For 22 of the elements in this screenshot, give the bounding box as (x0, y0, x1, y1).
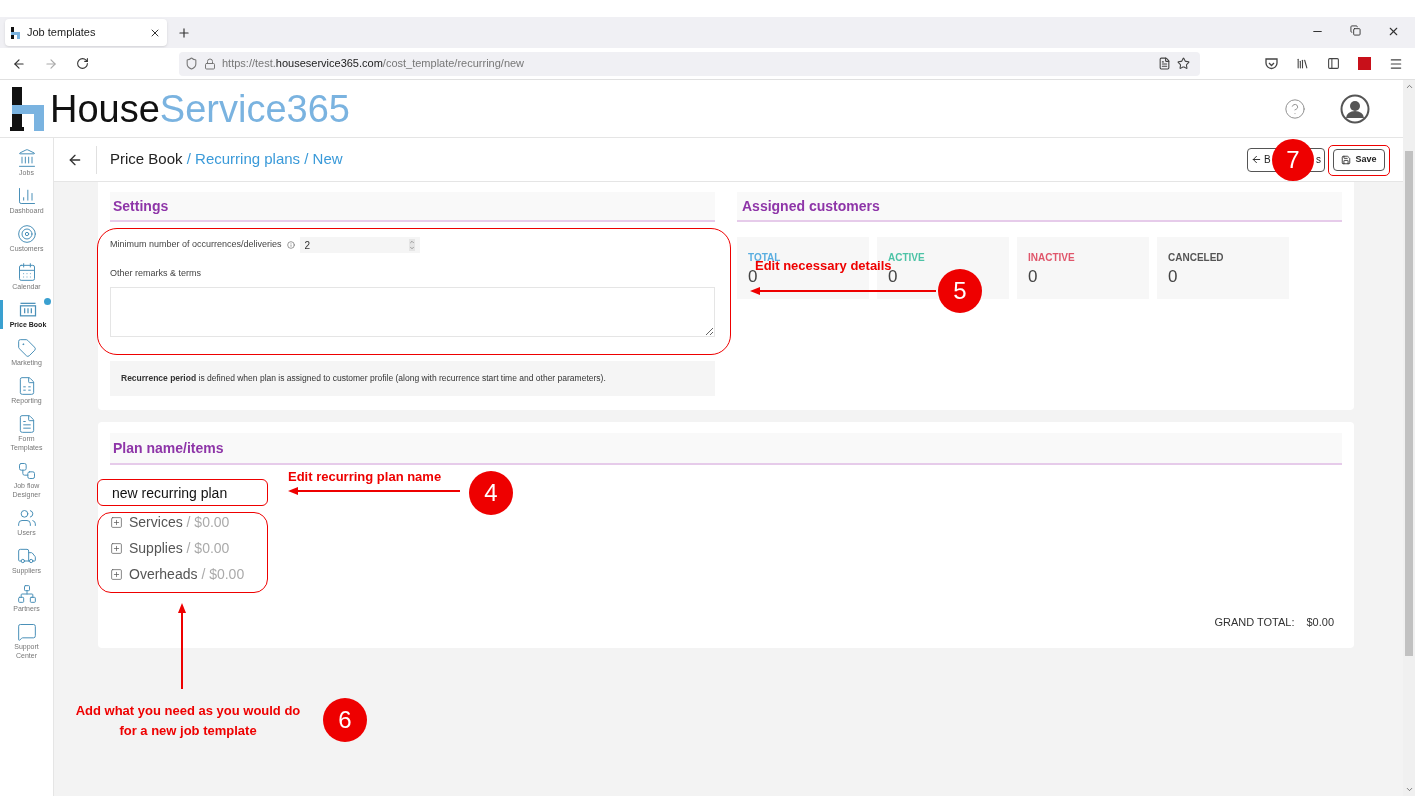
grand-total-label: GRAND TOTAL: (1214, 614, 1295, 630)
url-text: https://test.houseservice365.com/cost_template/recurring/new (222, 56, 526, 72)
stat-value: 0 (1028, 267, 1038, 287)
stat-label: CANCELED (1168, 251, 1224, 265)
section-header: Settings (110, 192, 715, 222)
stat-value: 0 (1168, 267, 1178, 287)
field-label: Minimum number of occurrences/deliveries (110, 238, 282, 252)
section-header: Plan name/items (110, 433, 1342, 465)
tab-title: Job templates (27, 25, 97, 41)
field-label: Other remarks & terms (110, 267, 202, 280)
breadcrumb: Price Book / Recurring plans / New (110, 149, 343, 170)
annotation-text: Edit recurring plan name (288, 468, 442, 486)
grand-total-value: $0.00 (1306, 614, 1334, 630)
group-label: Supplies / $0.00 (129, 540, 230, 557)
note-text: Recurrence period is defined when plan is assigned to customer profile (along with recurrence start time and other parameters). (121, 371, 606, 385)
logo-text: HouseService365 (50, 89, 350, 128)
annotation-text: Add what you need as you would do for a new job template (74, 702, 302, 740)
stat-label: INACTIVE (1028, 251, 1075, 265)
section-header: Assigned customers (737, 192, 1342, 222)
stat-label: ACTIVE (888, 251, 925, 263)
group-label: Services / $0.00 (129, 514, 230, 531)
group-label: Overheads / $0.00 (129, 566, 245, 583)
